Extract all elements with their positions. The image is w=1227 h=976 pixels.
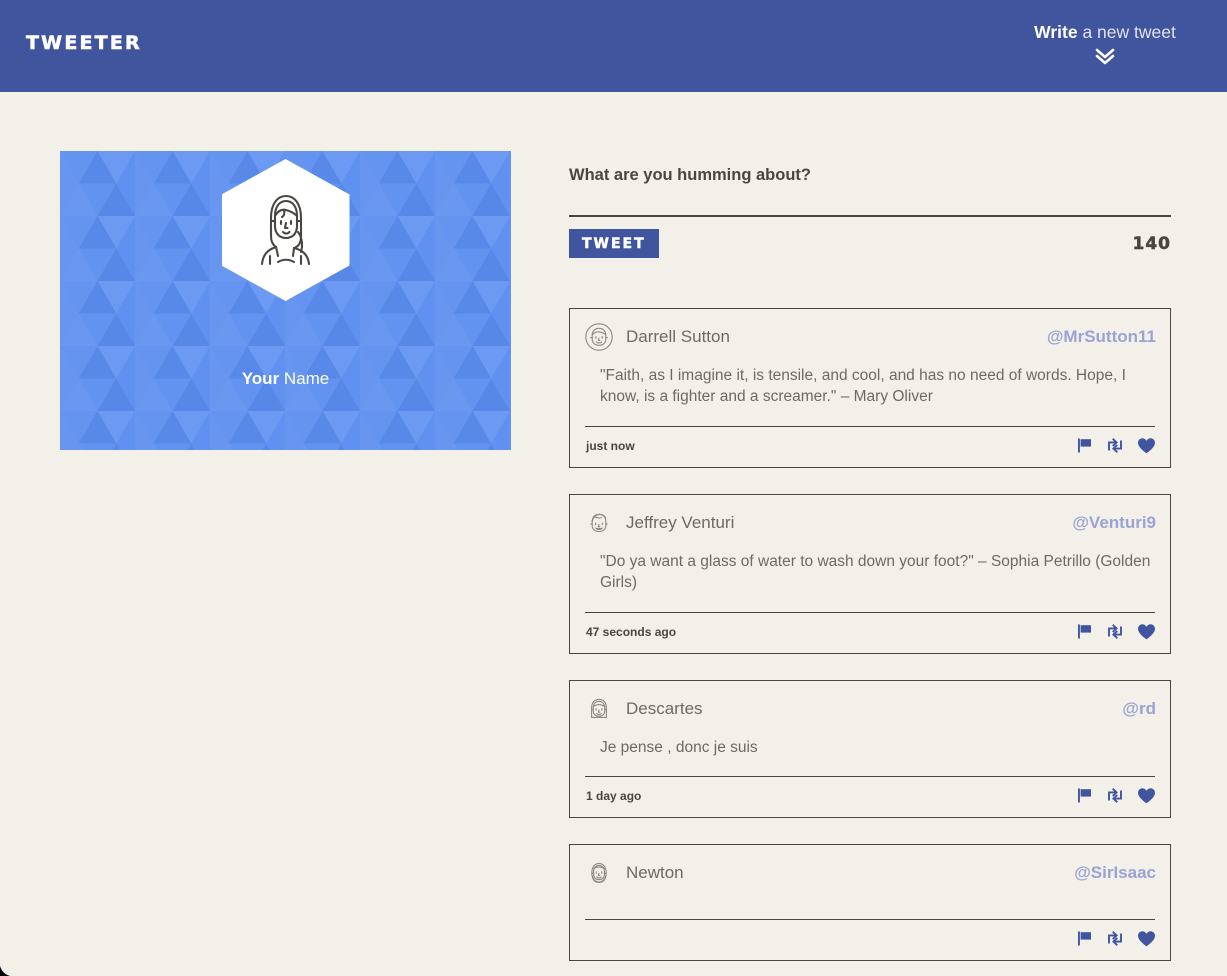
flag-icon[interactable]: [1076, 930, 1093, 947]
tweet-text: "Faith, as I imagine it, is tensile, and…: [600, 367, 1126, 406]
tweet-header: Jeffrey Venturi @Venturi9: [584, 495, 1156, 548]
profile-name-bold: Your: [241, 369, 280, 388]
retweet-icon[interactable]: [1106, 437, 1124, 454]
profile-name: Your Name: [60, 369, 511, 389]
retweet-icon[interactable]: [1106, 787, 1124, 804]
profile-card[interactable]: Your Name: [60, 151, 511, 450]
person-woman-avatar-icon: [584, 694, 614, 724]
tweet-author-handle[interactable]: @SirIsaac: [1074, 863, 1156, 883]
tweet-card[interactable]: Darrell Sutton @MrSutton11 "Faith, as I …: [569, 308, 1171, 468]
tweet-author-name: Jeffrey Venturi: [626, 512, 735, 532]
tweet-submit-button[interactable]: TWEET: [569, 229, 659, 258]
write-new-tweet-label: Write a new tweet: [1005, 22, 1205, 43]
compose-actions: TWEET 140: [569, 229, 1171, 258]
tweet-action-bar: [1076, 787, 1156, 805]
tweet-action-bar: [1076, 930, 1156, 948]
retweet-icon[interactable]: [1106, 930, 1124, 947]
tweet-action-bar: [1076, 437, 1156, 455]
top-header-bar: TWEETER Write a new tweet: [0, 0, 1227, 92]
heart-icon[interactable]: [1137, 623, 1156, 641]
person-man-avatar-icon: [584, 508, 614, 538]
tweet-header: Darrell Sutton @MrSutton11: [584, 309, 1156, 362]
tweet-footer: 47 seconds ago: [584, 613, 1156, 653]
tweet-card[interactable]: Newton @SirIsaac: [569, 843, 1171, 961]
character-counter: 140: [1132, 233, 1171, 254]
tweet-card[interactable]: Jeffrey Venturi @Venturi9 "Do ya want a …: [569, 493, 1171, 654]
compose-input[interactable]: [569, 185, 1171, 207]
tweet-text: Je pense , donc je suis: [600, 738, 758, 756]
person-old-man-avatar-icon: [584, 858, 614, 888]
tweet-author-name: Descartes: [626, 698, 703, 718]
tweet-author-handle[interactable]: @MrSutton11: [1047, 327, 1156, 347]
write-label-bold: Write: [1034, 22, 1078, 42]
tweet-header: Newton @SirIsaac: [584, 845, 1156, 898]
compose-divider: [569, 215, 1171, 217]
tweet-list: Darrell Sutton @MrSutton11 "Faith, as I …: [569, 308, 1171, 961]
tweet-author-name: Newton: [626, 862, 684, 882]
write-label-rest: a new tweet: [1077, 22, 1176, 42]
tweet-footer: 1 day ago: [584, 777, 1156, 817]
flag-icon[interactable]: [1076, 623, 1093, 640]
tweet-text: [584, 898, 1156, 919]
flag-icon[interactable]: [1076, 437, 1093, 454]
tweet-timestamp: just now: [586, 438, 635, 453]
retweet-icon[interactable]: [1106, 623, 1124, 640]
heart-icon[interactable]: [1137, 437, 1156, 455]
tweet-timestamp: 47 seconds ago: [586, 624, 677, 639]
person-man-avatar-icon: [584, 322, 614, 352]
tweet-author-name: Darrell Sutton: [626, 327, 730, 346]
heart-icon[interactable]: [1137, 787, 1156, 805]
tweet-card[interactable]: Descartes @rd Je pense , donc je suis 1 …: [569, 679, 1171, 818]
compose-section: What are you humming about? TWEET 140: [569, 166, 1171, 258]
write-new-tweet-button[interactable]: Write a new tweet: [1005, 22, 1205, 66]
flag-icon[interactable]: [1076, 787, 1093, 804]
feed-column: What are you humming about? TWEET 140 Da…: [569, 92, 1171, 976]
tweet-timestamp: 1 day ago: [586, 788, 642, 803]
tweet-action-bar: [1076, 623, 1156, 641]
tweet-author-handle[interactable]: @rd: [1122, 699, 1156, 719]
tweet-footer: [584, 920, 1156, 960]
tweet-header: Descartes @rd: [584, 681, 1156, 734]
heart-icon[interactable]: [1137, 930, 1156, 948]
page-body: Your Name What are you humming about? TW…: [0, 92, 1227, 976]
compose-prompt: What are you humming about?: [569, 166, 811, 184]
tweet-footer: just now: [584, 427, 1156, 467]
profile-avatar-hexagon: [221, 159, 350, 301]
chevron-double-down-icon[interactable]: [1005, 46, 1205, 66]
app-logo[interactable]: TWEETER: [26, 32, 142, 55]
tweet-text: "Do ya want a glass of water to wash dow…: [600, 552, 1151, 592]
tweet-author-handle[interactable]: @Venturi9: [1072, 513, 1156, 533]
profile-name-rest: Name: [279, 369, 330, 388]
person-woman-avatar-icon: [249, 190, 323, 270]
